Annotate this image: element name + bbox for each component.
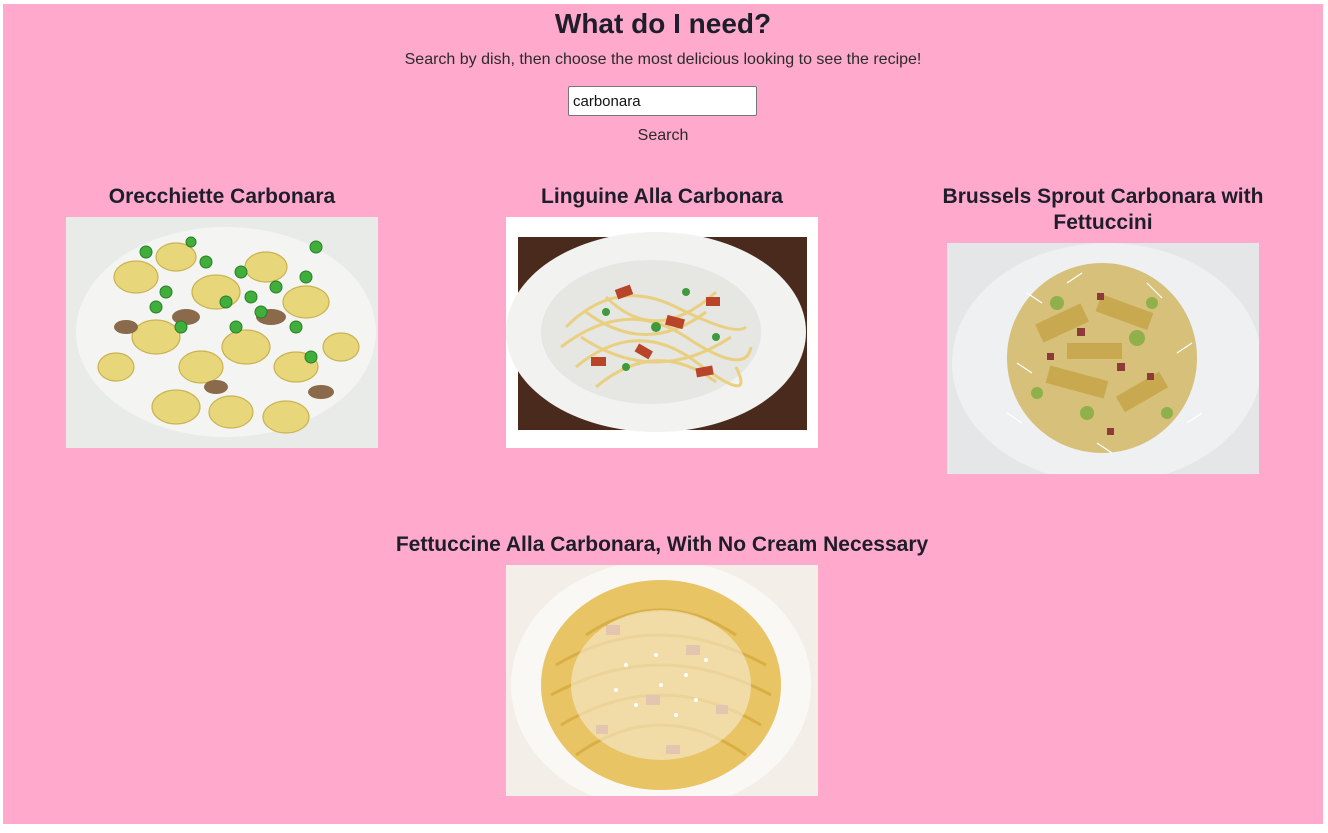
search-button[interactable]: Search — [613, 125, 713, 147]
page-container: What do I need? Search by dish, then cho… — [3, 4, 1323, 824]
page-subtitle: Search by dish, then choose the most del… — [404, 51, 922, 68]
result-image[interactable] — [506, 565, 818, 796]
result-image[interactable] — [947, 243, 1259, 474]
result-image[interactable] — [506, 217, 818, 448]
result-title[interactable]: Linguine Alla Carbonara — [452, 184, 872, 210]
orecchiette-pasta-with-peas-photo — [66, 217, 378, 448]
linguine-with-bacon-photo — [506, 217, 818, 448]
result-title[interactable]: Brussels Sprout Carbonara with Fettuccin… — [893, 184, 1313, 236]
result-card[interactable]: Linguine Alla Carbonara — [452, 184, 872, 448]
result-image[interactable] — [66, 217, 378, 448]
result-card[interactable]: Fettuccine Alla Carbonara, With No Cream… — [352, 532, 972, 796]
page-title: What do I need? — [554, 8, 772, 39]
result-title[interactable]: Fettuccine Alla Carbonara, With No Cream… — [352, 532, 972, 558]
search-input[interactable] — [568, 86, 757, 116]
result-card[interactable]: Orecchiette Carbonara — [12, 184, 432, 448]
result-title[interactable]: Orecchiette Carbonara — [12, 184, 432, 210]
result-card[interactable]: Brussels Sprout Carbonara with Fettuccin… — [893, 184, 1313, 474]
pappardelle-with-brussels-sprouts-photo — [947, 243, 1259, 474]
fettuccine-with-parmesan-photo — [506, 565, 818, 796]
